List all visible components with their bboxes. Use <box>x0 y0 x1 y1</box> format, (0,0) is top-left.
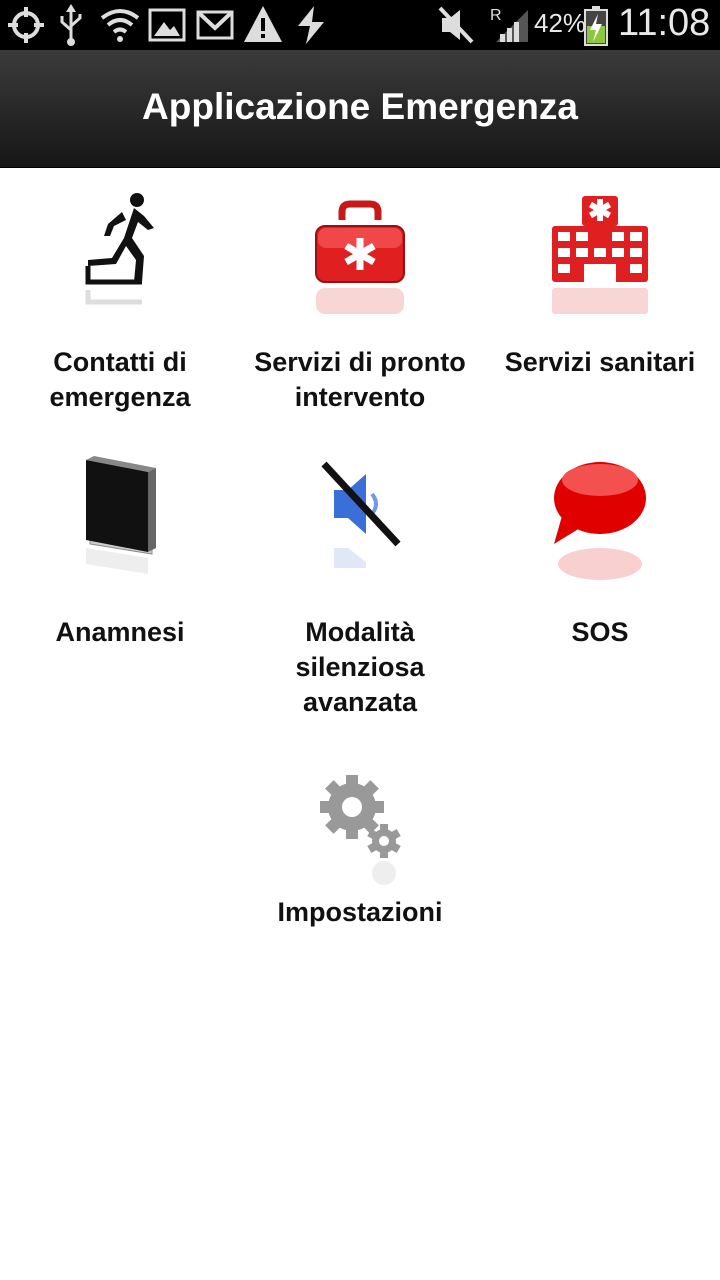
menu-item-sos[interactable]: SOS <box>480 440 720 690</box>
svg-text:R: R <box>490 7 502 24</box>
roaming-signal-icon: R <box>490 7 528 42</box>
wifi-question-icon <box>100 9 140 42</box>
status-bar: R 42% 11:08 <box>0 0 720 50</box>
battery-charging-icon <box>584 6 608 46</box>
menu-item-label: Modalità silenziosa avanzata <box>295 617 425 717</box>
first-aid-kit-icon <box>315 200 405 314</box>
battery-percent: 42% <box>534 8 587 38</box>
menu-item-label: Servizi sanitari <box>504 347 696 377</box>
menu-item-label: Servizi di pronto intervento <box>254 347 466 412</box>
book-icon <box>86 456 156 574</box>
running-man-exit-icon <box>85 193 154 305</box>
gallery-icon <box>148 8 186 42</box>
menu-item-label: Contatti di emergenza <box>49 347 191 412</box>
gmail-icon <box>196 10 234 40</box>
speech-bubble-icon <box>554 462 646 580</box>
speaker-mute-icon <box>321 461 401 568</box>
menu-item-label: SOS <box>571 617 629 647</box>
app-title: Applicazione Emergenza <box>142 86 578 127</box>
hospital-icon <box>552 196 648 314</box>
menu-item-label: Impostazioni <box>277 897 443 927</box>
sync-icon <box>298 6 324 44</box>
mute-icon <box>438 6 474 44</box>
menu-item-label: Anamnesi <box>55 617 185 647</box>
menu-item-anamnesi[interactable]: Anamnesi <box>0 440 240 690</box>
clock: 11:08 <box>618 2 711 44</box>
menu-item-modalita-silenziosa-avanzata[interactable]: Modalità silenziosa avanzata <box>240 440 480 730</box>
menu-item-impostazioni[interactable]: Impostazioni <box>240 735 480 945</box>
usb-icon <box>60 4 82 46</box>
warning-icon <box>244 6 282 42</box>
menu-item-servizi-sanitari[interactable]: Servizi sanitari <box>480 170 720 420</box>
menu-item-servizi-pronto-intervento[interactable]: Servizi di pronto intervento <box>240 170 480 420</box>
menu-item-contatti-emergenza[interactable]: Contatti di emergenza <box>0 170 240 420</box>
gears-icon <box>320 775 401 885</box>
action-bar: Applicazione Emergenza <box>0 50 720 168</box>
gps-icon <box>8 7 44 43</box>
